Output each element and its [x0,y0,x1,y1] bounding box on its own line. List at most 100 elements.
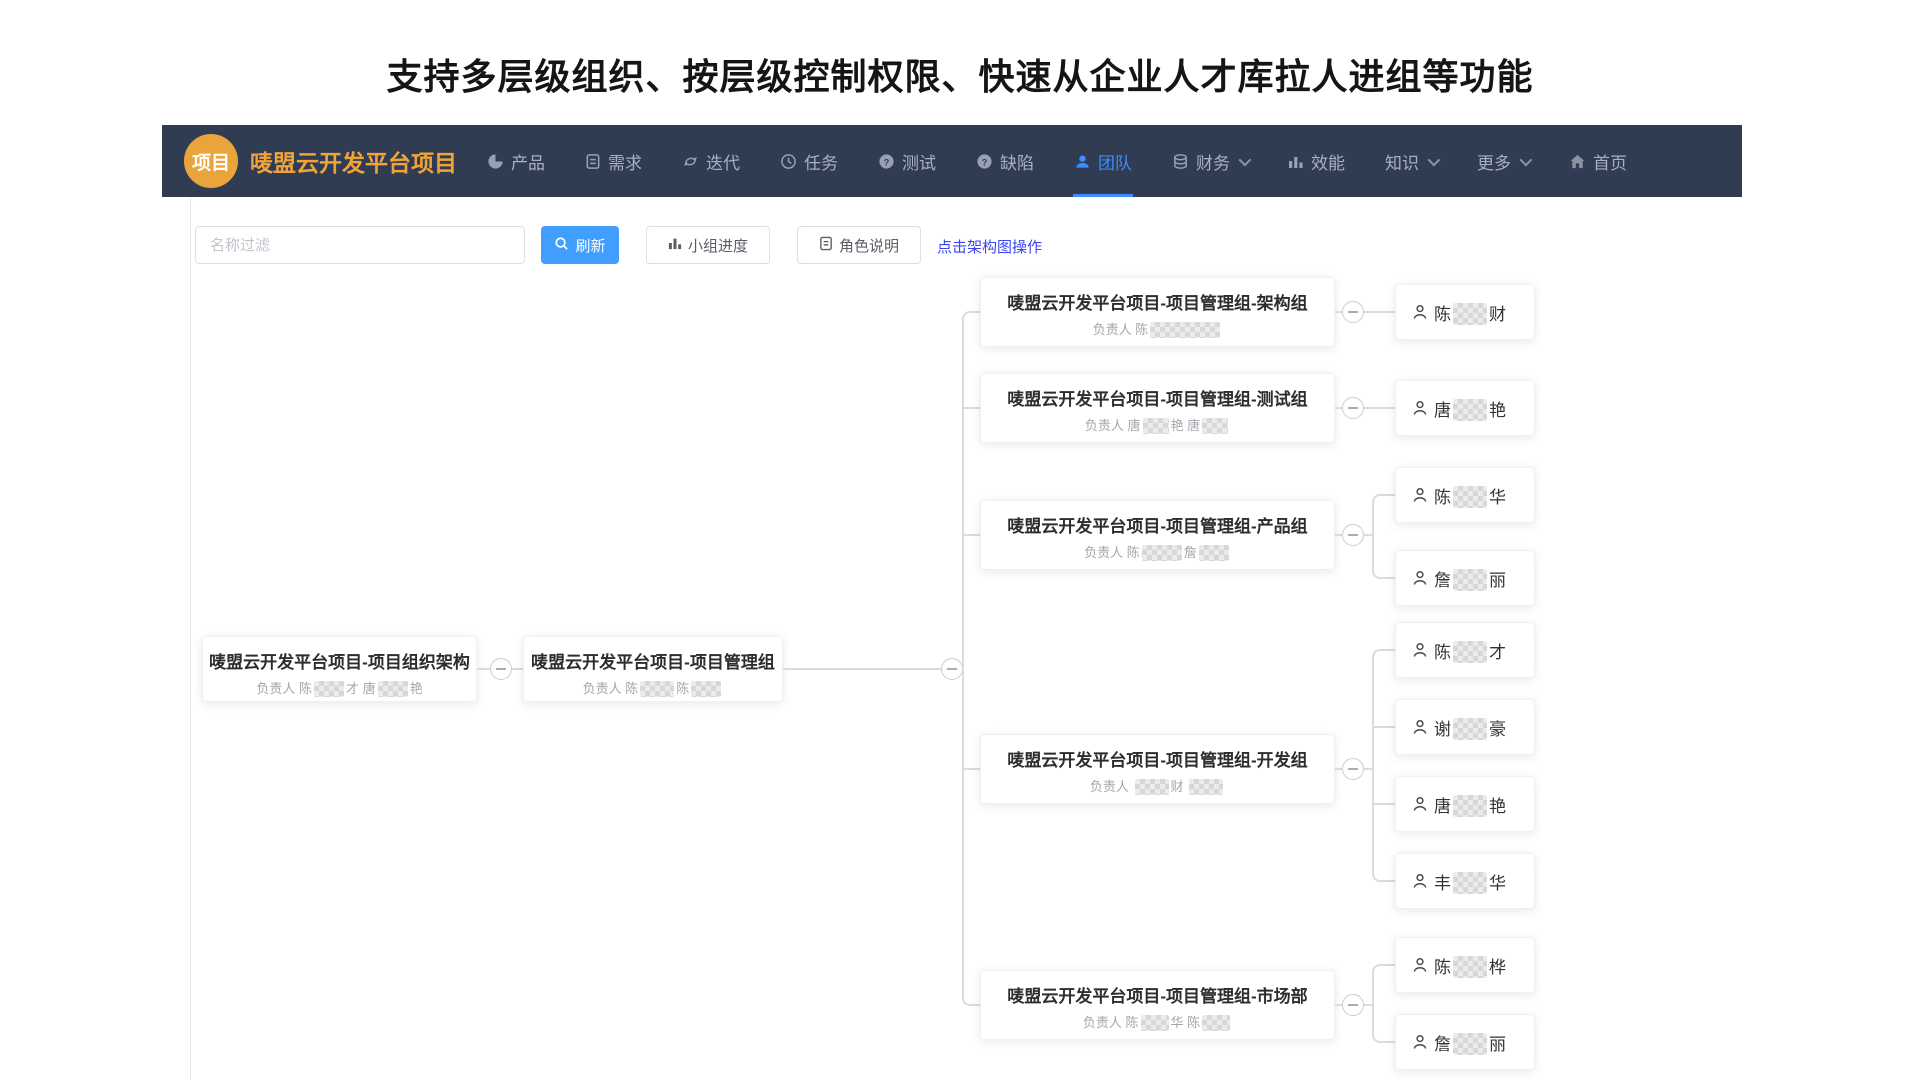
collapse-toggle[interactable] [1342,301,1364,323]
nav-item-knowledge[interactable]: 知识 [1385,125,1437,197]
member-card[interactable]: 唐艳 [1395,776,1535,832]
connector-line [1364,534,1372,536]
connector-line [1372,803,1395,805]
search-icon [554,236,569,255]
svg-text:?: ? [982,157,988,168]
chart-operation-link[interactable]: 点击架构图操作 [937,236,1042,257]
member-card[interactable]: 陈华 [1395,467,1535,523]
person-icon [1412,304,1428,320]
nav-label: 缺陷 [1000,149,1034,174]
org-node-title: 唛盟云开发平台项目-项目管理组-市场部 [981,982,1334,1007]
blurred-name [1202,1015,1230,1031]
blurred-name [1199,545,1229,561]
nav-item-home[interactable]: 首页 [1569,125,1627,197]
nav-item-requirement[interactable]: 需求 [585,125,642,197]
finance-icon [1172,153,1189,170]
member-card[interactable]: 唐艳 [1395,380,1535,436]
requirement-icon [585,153,601,170]
nav-item-more[interactable]: 更多 [1477,125,1529,197]
nav-item-product[interactable]: 产品 [487,125,545,197]
person-icon [1412,570,1428,586]
org-node-owner: 负责人 陈 [981,319,1334,338]
org-node-dev-group[interactable]: 唛盟云开发平台项目-项目管理组-开发组 负责人 财 [980,734,1335,804]
chevron-down-icon [1239,153,1252,166]
connector-line [1335,534,1342,536]
org-node-test-group[interactable]: 唛盟云开发平台项目-项目管理组-测试组 负责人 唐艳 唐 [980,373,1335,443]
nav-item-finance[interactable]: 财务 [1172,125,1248,197]
collapse-toggle[interactable] [1342,397,1364,419]
blurred-name [1453,569,1487,591]
blurred-name [1141,1015,1169,1031]
org-node-market-group[interactable]: 唛盟云开发平台项目-项目管理组-市场部 负责人 陈华 陈 [980,970,1335,1040]
nav-item-test[interactable]: ? 测试 [878,125,936,197]
org-node-root[interactable]: 唛盟云开发平台项目-项目组织架构 负责人 陈才 唐艳 [202,636,477,702]
member-card[interactable]: 詹丽 [1395,1014,1535,1070]
nav-label: 财务 [1196,149,1230,174]
collapse-toggle[interactable] [1342,758,1364,780]
document-icon [819,236,833,255]
collapse-toggle[interactable] [490,658,512,680]
connector-line [783,668,941,670]
org-node-owner: 负责人 陈华 陈 [981,1012,1334,1031]
connector-line [962,407,980,409]
org-node-title: 唛盟云开发平台项目-项目管理组-架构组 [981,289,1334,314]
nav-item-performance[interactable]: 效能 [1288,125,1345,197]
blurred-name [640,681,674,697]
member-card[interactable]: 丰华 [1395,853,1535,909]
blurred-name [691,681,721,697]
connector-elbow [1372,769,1395,882]
connector-elbow [1372,649,1395,769]
refresh-button[interactable]: 刷新 [541,226,619,264]
group-progress-button[interactable]: 小组进度 [646,226,770,264]
member-name: 唐艳 [1434,792,1506,817]
group-progress-label: 小组进度 [688,235,748,256]
nav-item-defect[interactable]: ? 缺陷 [976,125,1034,197]
nav-item-task[interactable]: 任务 [780,125,838,197]
role-description-label: 角色说明 [839,235,899,256]
collapse-toggle[interactable] [941,658,963,680]
connector-line [1364,1004,1372,1006]
org-node-product-group[interactable]: 唛盟云开发平台项目-项目管理组-产品组 负责人 陈詹 [980,500,1335,570]
bar-chart-icon [668,236,682,254]
nav-menu: 产品 需求 迭代 任务 ? 测试 ? 缺陷 团队 财务 [487,125,1627,197]
connector-elbow [1372,494,1395,535]
member-name: 詹丽 [1434,566,1506,591]
org-node-manager-group[interactable]: 唛盟云开发平台项目-项目管理组 负责人 陈陈 [523,636,783,702]
connector-elbow [1372,964,1395,1005]
nav-item-team[interactable]: 团队 [1074,125,1132,197]
org-node-title: 唛盟云开发平台项目-项目管理组-测试组 [981,385,1334,410]
blurred-name [1453,956,1487,978]
member-card[interactable]: 陈桦 [1395,937,1535,993]
member-card[interactable]: 陈财 [1395,284,1535,340]
nav-label: 任务 [804,149,838,174]
connector-elbow [1372,535,1395,579]
role-description-button[interactable]: 角色说明 [797,226,921,264]
connector-elbow [962,311,980,669]
org-node-architecture-group[interactable]: 唛盟云开发平台项目-项目管理组-架构组 负责人 陈 [980,277,1335,347]
connector-line [1364,311,1395,313]
content-panel-border [190,197,191,1080]
nav-item-iteration[interactable]: 迭代 [682,125,740,197]
blurred-name [1453,872,1487,894]
blurred-name [1135,779,1169,795]
blurred-name [1453,795,1487,817]
performance-icon [1288,153,1304,169]
active-tab-underline [1073,194,1133,197]
blurred-name [1189,779,1223,795]
connector-line [1335,1004,1342,1006]
connector-line [512,668,523,670]
iteration-icon [682,153,699,170]
connector-line [962,768,980,770]
connector-elbow [1372,1005,1395,1043]
member-card[interactable]: 詹丽 [1395,550,1535,606]
blurred-name [378,681,408,697]
nav-label: 团队 [1098,149,1132,174]
collapse-toggle[interactable] [1342,994,1364,1016]
member-card[interactable]: 谢豪 [1395,699,1535,755]
org-node-owner: 负责人 唐艳 唐 [981,415,1334,434]
name-filter-input[interactable] [195,226,525,264]
collapse-toggle[interactable] [1342,524,1364,546]
person-icon [1412,957,1428,973]
member-card[interactable]: 陈才 [1395,622,1535,678]
team-icon [1074,153,1091,170]
